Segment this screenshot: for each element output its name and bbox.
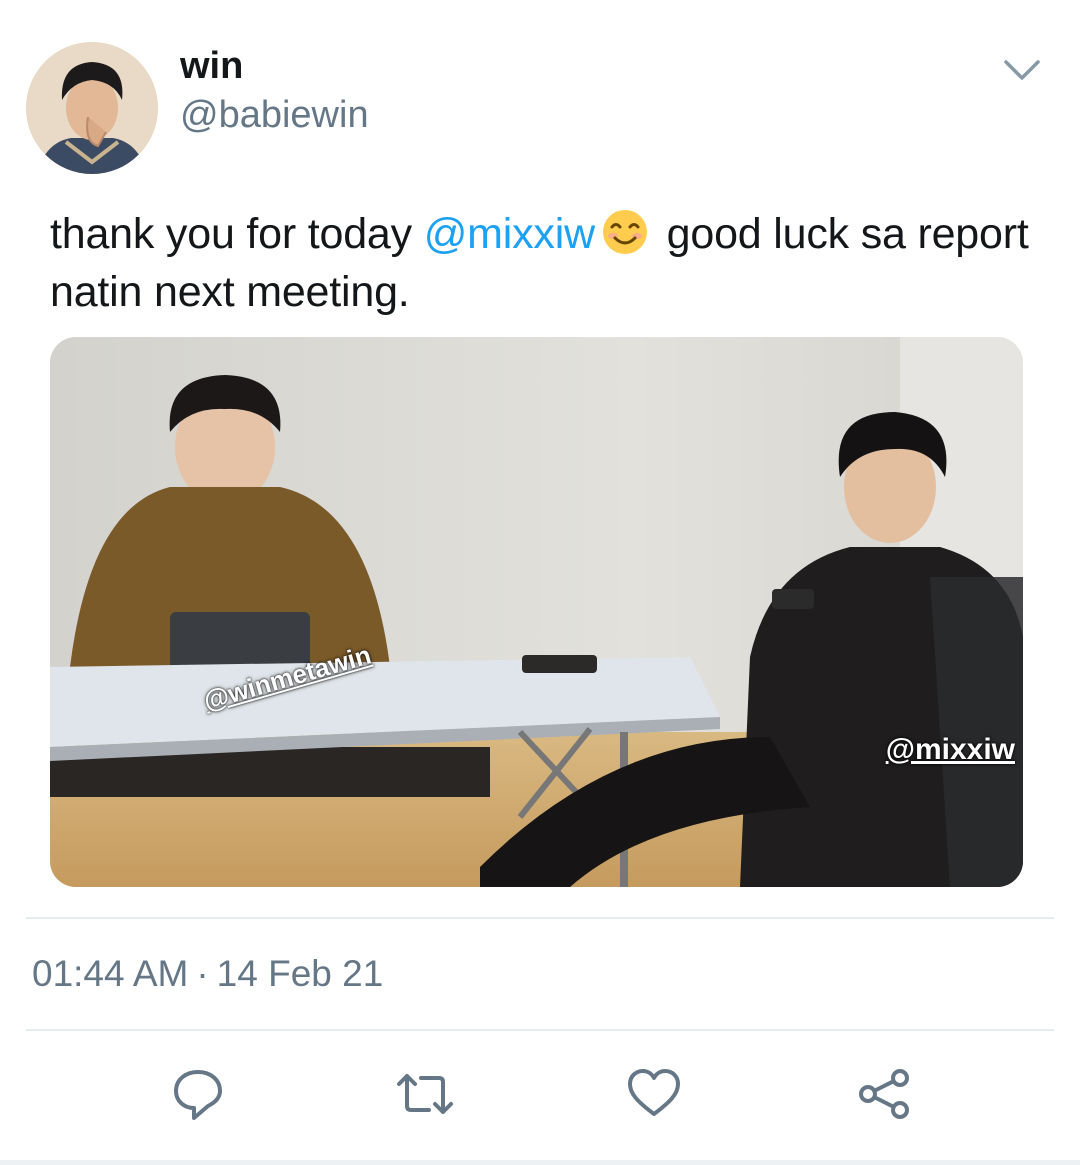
author-handle[interactable]: @babiewin <box>180 93 369 137</box>
avatar-image <box>26 42 158 174</box>
author-display-name[interactable]: win <box>180 44 243 88</box>
avatar[interactable] <box>26 42 158 174</box>
tweet-date: 14 Feb 21 <box>216 953 384 994</box>
retweet-icon <box>397 1074 453 1114</box>
divider <box>26 1029 1054 1031</box>
chevron-down-icon[interactable] <box>1000 56 1044 86</box>
mention-link[interactable]: @mixxiw <box>424 210 595 258</box>
watermark-right: @mixxiw <box>885 733 1015 766</box>
photo-illustration <box>50 337 1023 887</box>
reply-icon <box>174 1070 222 1120</box>
retweet-button[interactable] <box>393 1062 457 1126</box>
tweet-text-part1: thank you for today <box>50 210 424 258</box>
share-icon <box>859 1069 909 1119</box>
reply-button[interactable] <box>166 1062 230 1126</box>
tweet-text: thank you for today @mixxiw good luck sa… <box>50 205 1040 321</box>
tweet-photo[interactable]: @winmetawin @mixxiw <box>50 337 1023 887</box>
timestamp-separator: · <box>196 953 209 994</box>
like-icon <box>628 1069 680 1116</box>
divider <box>26 917 1054 919</box>
tweet-time: 01:44 AM <box>32 953 189 994</box>
bottom-divider <box>0 1160 1080 1165</box>
smiling-face-icon <box>601 208 649 256</box>
share-button[interactable] <box>852 1062 916 1126</box>
tweet-timestamp[interactable]: 01:44 AM · 14 Feb 21 <box>32 952 383 996</box>
like-button[interactable] <box>622 1062 686 1126</box>
